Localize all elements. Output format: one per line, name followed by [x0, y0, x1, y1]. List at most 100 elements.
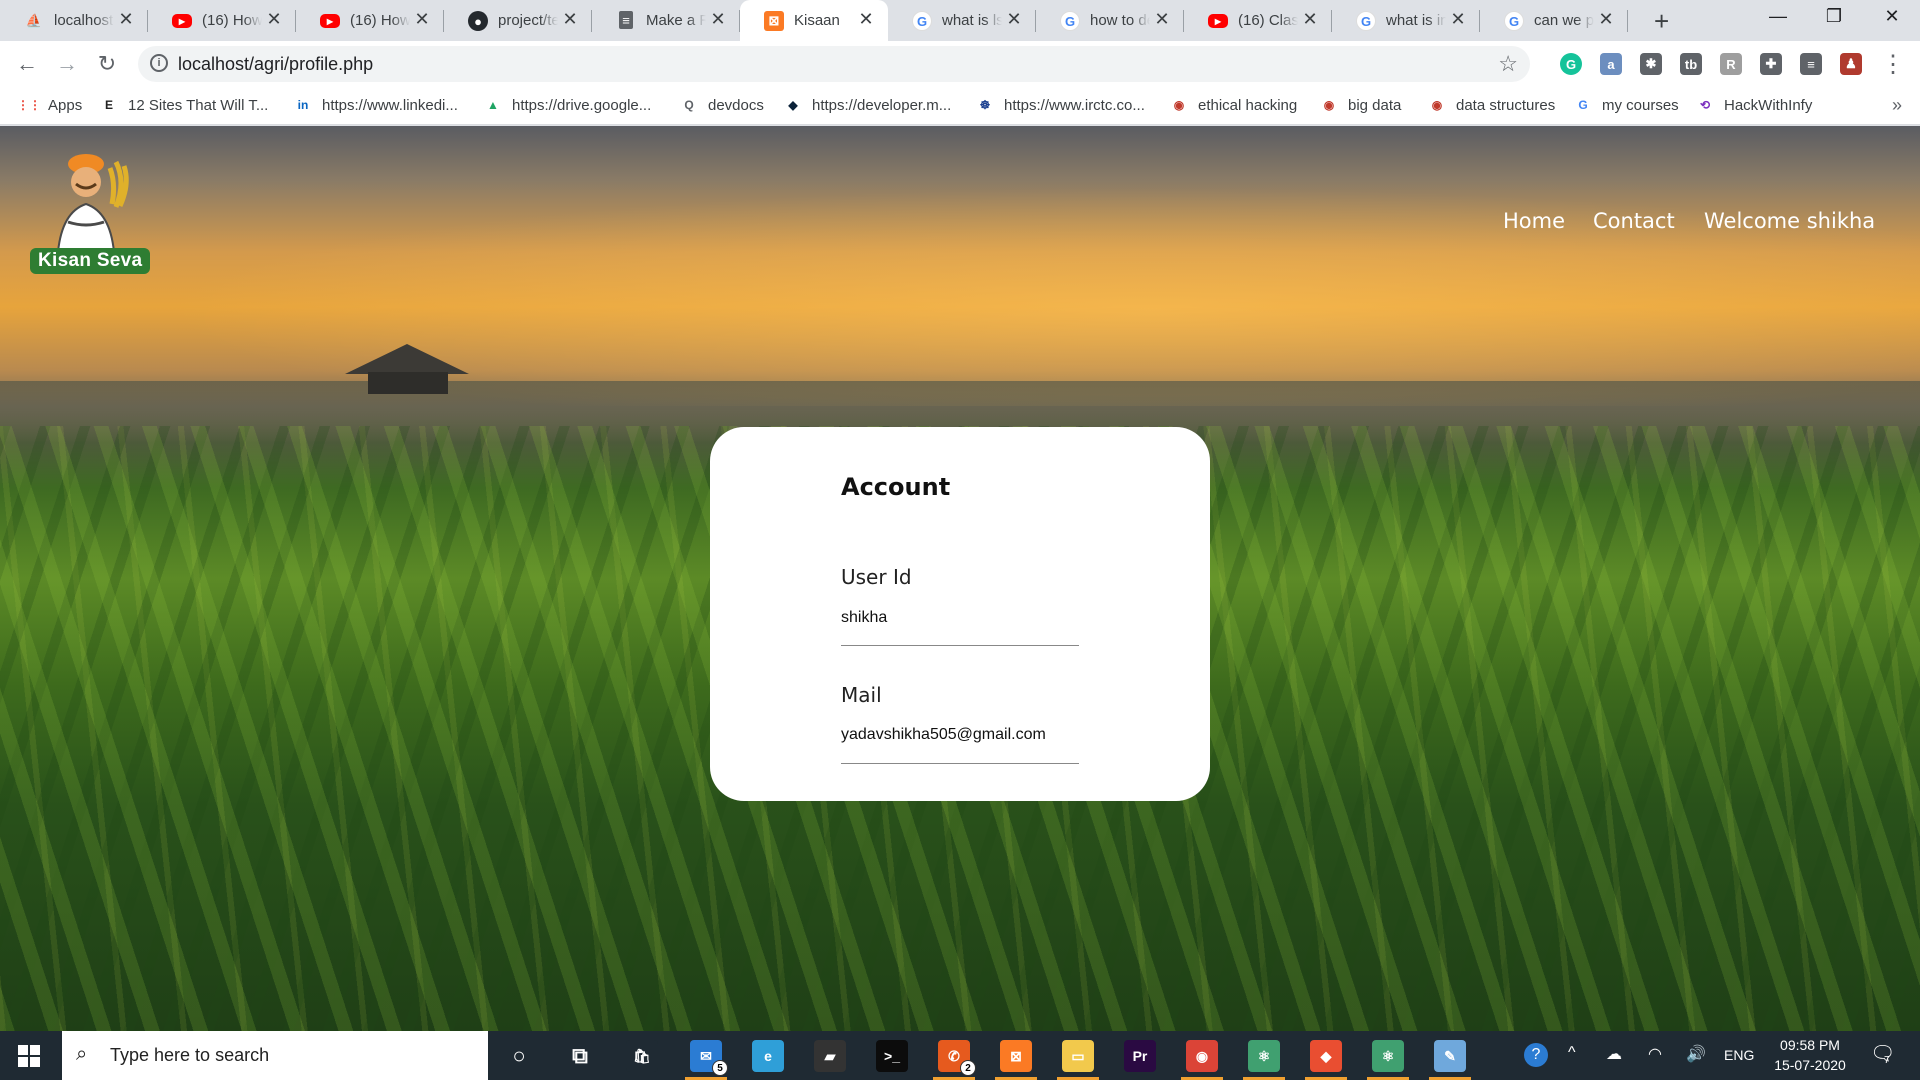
bookmark-item[interactable]: in https://www.linkedi... [294, 96, 458, 114]
tab-close-icon[interactable]: ✕ [1596, 9, 1616, 30]
nav-contact-link[interactable]: Contact [1593, 209, 1675, 233]
browser-tab[interactable]: Gwhat is ls ✕ [888, 0, 1036, 41]
nav-home-link[interactable]: Home [1503, 209, 1565, 233]
sticky-notes-icon[interactable]: ▰ [814, 1040, 846, 1072]
system-clock[interactable]: 09:58 PM 15-07-2020 [1770, 1035, 1850, 1075]
bookmark-star-icon[interactable]: ☆ [1498, 51, 1518, 77]
atom-icon[interactable]: ⚛ [1372, 1040, 1404, 1072]
r-extension-icon[interactable]: R [1720, 53, 1742, 75]
site-info-icon[interactable]: i [150, 54, 168, 72]
app-glyph: e [764, 1048, 772, 1064]
tab-title[interactable]: (16) Class [1238, 12, 1298, 29]
language-indicator[interactable]: ENG [1724, 1047, 1754, 1063]
store-icon[interactable]: 🛍 [626, 1040, 658, 1072]
browser-tab[interactable]: Gcan we pu✕ [1480, 0, 1628, 41]
tb-extension-icon[interactable]: tb [1680, 53, 1702, 75]
grammarly-icon[interactable]: G [1560, 53, 1582, 75]
tab-close-icon[interactable]: ✕ [1004, 9, 1024, 30]
forward-button[interactable]: → [52, 49, 82, 79]
tab-close-icon[interactable]: ✕ [116, 9, 136, 30]
bookmark-item[interactable]: ◉ data structures [1428, 96, 1555, 114]
tab-close-icon[interactable]: ✕ [412, 9, 432, 30]
minimize-button[interactable]: — [1758, 6, 1798, 27]
maximize-button[interactable]: ❐ [1814, 6, 1854, 27]
taskbar-search-box[interactable]: ⌕ Type here to search [62, 1031, 488, 1080]
browser-tab[interactable]: Ghow to de ✕ [1036, 0, 1184, 41]
bookmark-item[interactable]: ◉ big data [1320, 96, 1402, 114]
profile-avatar-icon[interactable]: ♟ [1840, 53, 1862, 75]
address-bar[interactable]: i localhost/agri/profile.php ☆ [138, 46, 1530, 82]
browser-tab[interactable]: ⊠ Kisaan ✕ [740, 0, 888, 41]
file-explorer-icon[interactable]: ▭ [1062, 1040, 1094, 1072]
atom-icon[interactable]: ⚛ [1248, 1040, 1280, 1072]
tab-close-icon[interactable]: ✕ [708, 9, 728, 30]
onedrive-cloud-icon[interactable]: ☁ [1606, 1044, 1622, 1064]
taskbar-search-placeholder[interactable]: Type here to search [110, 1045, 269, 1066]
git-icon[interactable]: ◆ [1310, 1040, 1342, 1072]
browser-tab[interactable]: ▶ (16) Class✕ [1184, 0, 1332, 41]
mail-icon[interactable]: ✉ 5 [690, 1040, 728, 1076]
browser-tab[interactable]: ≡ Make a RE✕ [592, 0, 740, 41]
tab-close-icon[interactable]: ✕ [264, 9, 284, 30]
bookmark-site-icon: ◉ [1323, 98, 1335, 112]
phpmyadmin-icon: ⛵ [25, 13, 43, 28]
tab-title[interactable]: what is ls [942, 12, 1002, 29]
bookmark-item[interactable]: ☸ https://www.irctc.co... [976, 96, 1145, 114]
bookmark-item[interactable]: Qdevdocs [680, 96, 764, 114]
bookmark-item[interactable]: ◉ ethical hacking [1170, 96, 1297, 114]
back-button[interactable]: ← [12, 49, 42, 79]
task-view-icon[interactable]: ⧉ [564, 1040, 596, 1072]
browser-tab[interactable]: ● project/te ✕ [444, 0, 592, 41]
wifi-icon[interactable]: ◠ [1648, 1044, 1662, 1064]
help-icon[interactable]: ? [1524, 1043, 1548, 1067]
bookmark-item[interactable]: ⟲ HackWithInfy [1696, 96, 1812, 114]
notification-center-icon[interactable]: 🗨 7 [1870, 1041, 1895, 1066]
translate-icon[interactable]: a [1600, 53, 1622, 75]
show-hidden-icons-chevron-icon[interactable]: ^ [1568, 1044, 1576, 1062]
bookmark-item[interactable]: ▲ https://drive.google... [484, 96, 651, 114]
xampp-icon[interactable]: ⊠ [1000, 1040, 1032, 1072]
bookmark-item[interactable]: ⋮⋮ Apps [17, 96, 82, 114]
volume-icon[interactable]: 🔊 [1686, 1044, 1706, 1064]
kisan-seva-logo[interactable] [24, 152, 148, 252]
windows-start-button[interactable] [18, 1045, 40, 1067]
tab-close-icon[interactable]: ✕ [1152, 9, 1172, 30]
close-window-button[interactable]: ✕ [1872, 6, 1912, 27]
bug-icon[interactable]: ✱ [1640, 53, 1662, 75]
tab-close-icon[interactable]: ✕ [856, 9, 876, 30]
url-text[interactable]: localhost/agri/profile.php [178, 54, 373, 75]
nav-welcome-user[interactable]: Welcome shikha [1704, 209, 1875, 233]
app-glyph: ⧉ [572, 1043, 588, 1068]
browser-tab[interactable]: ▶ (16) How t✕ [148, 0, 296, 41]
bookmark-item[interactable]: Gmy courses [1574, 96, 1678, 114]
browser-menu-button[interactable]: ⋮ [1878, 49, 1908, 79]
tab-title[interactable]: (16) How t [202, 12, 262, 29]
browser-tab[interactable]: Gwhat is inc✕ [1332, 0, 1480, 41]
tab-close-icon[interactable]: ✕ [560, 9, 580, 30]
more-bookmarks-button[interactable]: » [1892, 95, 1902, 116]
whatsapp-icon[interactable]: ✆ 2 [938, 1040, 976, 1076]
browser-tab[interactable]: ⛵ localhost /✕ [0, 0, 148, 41]
tab-title[interactable]: project/te [498, 12, 558, 29]
terminal-icon[interactable]: >_ [876, 1040, 908, 1072]
premiere-icon[interactable]: Pr [1124, 1040, 1156, 1072]
cortana-icon[interactable]: ○ [503, 1040, 535, 1072]
extensions-puzzle-icon[interactable]: ✚ [1760, 53, 1782, 75]
bookmark-item[interactable]: E 12 Sites That Will T... [100, 96, 268, 114]
notepad-icon[interactable]: ✎ [1434, 1040, 1466, 1072]
tab-title[interactable]: Make a RE [646, 12, 706, 29]
edge-icon[interactable]: e [752, 1040, 784, 1072]
reload-button[interactable]: ↻ [92, 49, 122, 79]
new-tab-button[interactable]: + [1654, 6, 1669, 37]
tab-close-icon[interactable]: ✕ [1300, 9, 1320, 30]
tab-title[interactable]: (16) How t [350, 12, 410, 29]
chrome-icon[interactable]: ◉ [1186, 1040, 1218, 1072]
tab-title[interactable]: what is inc [1386, 12, 1446, 29]
tab-title[interactable]: can we pu [1534, 12, 1594, 29]
media-queue-icon[interactable]: ≡ [1800, 53, 1822, 75]
tab-title[interactable]: how to de [1090, 12, 1150, 29]
tab-title[interactable]: localhost / [54, 12, 114, 29]
tab-close-icon[interactable]: ✕ [1448, 9, 1468, 30]
browser-tab[interactable]: ▶ (16) How t✕ [296, 0, 444, 41]
bookmark-item[interactable]: ◆ https://developer.m... [784, 96, 951, 114]
